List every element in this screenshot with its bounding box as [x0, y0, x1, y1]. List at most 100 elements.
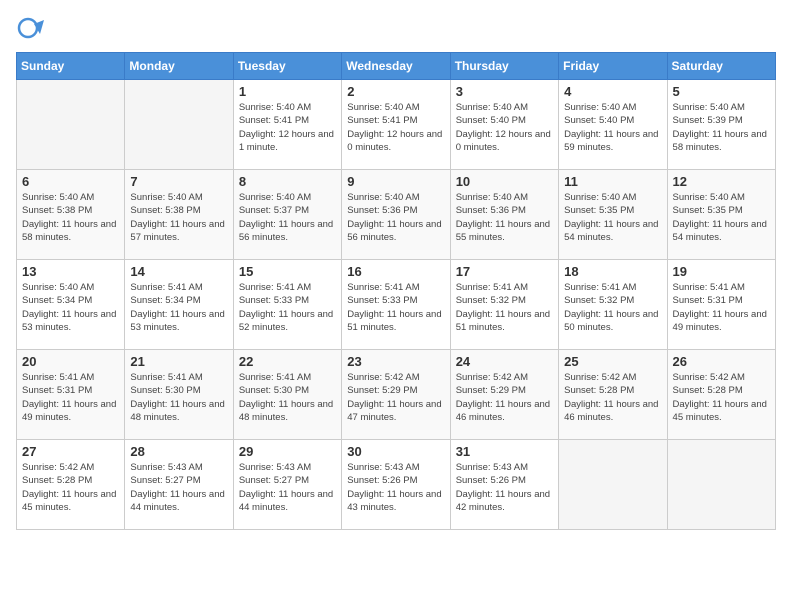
- calendar-cell: 13 Sunrise: 5:40 AMSunset: 5:34 PMDayligh…: [17, 260, 125, 350]
- day-info: Sunrise: 5:40 AMSunset: 5:39 PMDaylight:…: [673, 101, 770, 154]
- day-number: 15: [239, 264, 336, 279]
- day-info: Sunrise: 5:40 AMSunset: 5:37 PMDaylight:…: [239, 191, 336, 244]
- calendar-cell: 4 Sunrise: 5:40 AMSunset: 5:40 PMDaylight…: [559, 80, 667, 170]
- day-number: 10: [456, 174, 553, 189]
- day-info: Sunrise: 5:43 AMSunset: 5:26 PMDaylight:…: [347, 461, 444, 514]
- calendar-cell: 24 Sunrise: 5:42 AMSunset: 5:29 PMDayligh…: [450, 350, 558, 440]
- day-number: 31: [456, 444, 553, 459]
- day-info: Sunrise: 5:40 AMSunset: 5:34 PMDaylight:…: [22, 281, 119, 334]
- day-info: Sunrise: 5:41 AMSunset: 5:31 PMDaylight:…: [673, 281, 770, 334]
- calendar-week-4: 20Sunrise: 5:41 AMSunset: 5:31 PMDayligh…: [17, 350, 776, 440]
- day-info: Sunrise: 5:41 AMSunset: 5:31 PMDaylight:…: [22, 371, 119, 424]
- calendar-week-1: 1 Sunrise: 5:40 AMSunset: 5:41 PMDaylight…: [17, 80, 776, 170]
- calendar-cell: 31 Sunrise: 5:43 AMSunset: 5:26 PMDayligh…: [450, 440, 558, 530]
- calendar-cell: [559, 440, 667, 530]
- day-number: 3: [456, 84, 553, 99]
- calendar-cell: 23Sunrise: 5:42 AMSunset: 5:29 PMDayligh…: [342, 350, 450, 440]
- calendar-cell: 7 Sunrise: 5:40 AMSunset: 5:38 PMDaylight…: [125, 170, 233, 260]
- weekday-header-sunday: Sunday: [17, 53, 125, 80]
- day-number: 18: [564, 264, 661, 279]
- day-number: 12: [673, 174, 770, 189]
- calendar-cell: 6 Sunrise: 5:40 AMSunset: 5:38 PMDaylight…: [17, 170, 125, 260]
- day-number: 11: [564, 174, 661, 189]
- day-number: 22: [239, 354, 336, 369]
- day-number: 7: [130, 174, 227, 189]
- calendar-table: SundayMondayTuesdayWednesdayThursdayFrid…: [16, 52, 776, 530]
- day-info: Sunrise: 5:42 AMSunset: 5:28 PMDaylight:…: [22, 461, 119, 514]
- day-info: Sunrise: 5:41 AMSunset: 5:32 PMDaylight:…: [456, 281, 553, 334]
- calendar-cell: 22 Sunrise: 5:41 AMSunset: 5:30 PMDayligh…: [233, 350, 341, 440]
- day-info: Sunrise: 5:41 AMSunset: 5:34 PMDaylight:…: [130, 281, 227, 334]
- day-number: 13: [22, 264, 119, 279]
- day-info: Sunrise: 5:40 AMSunset: 5:40 PMDaylight:…: [456, 101, 553, 154]
- calendar-cell: 20Sunrise: 5:41 AMSunset: 5:31 PMDayligh…: [17, 350, 125, 440]
- calendar-cell: 14 Sunrise: 5:41 AMSunset: 5:34 PMDayligh…: [125, 260, 233, 350]
- day-info: Sunrise: 5:43 AMSunset: 5:27 PMDaylight:…: [130, 461, 227, 514]
- day-number: 17: [456, 264, 553, 279]
- weekday-header-row: SundayMondayTuesdayWednesdayThursdayFrid…: [17, 53, 776, 80]
- day-info: Sunrise: 5:40 AMSunset: 5:40 PMDaylight:…: [564, 101, 661, 154]
- calendar-cell: 15 Sunrise: 5:41 AMSunset: 5:33 PMDayligh…: [233, 260, 341, 350]
- day-info: Sunrise: 5:42 AMSunset: 5:29 PMDaylight:…: [347, 371, 444, 424]
- calendar-cell: 11 Sunrise: 5:40 AMSunset: 5:35 PMDayligh…: [559, 170, 667, 260]
- calendar-cell: [667, 440, 775, 530]
- day-number: 8: [239, 174, 336, 189]
- calendar-cell: 17 Sunrise: 5:41 AMSunset: 5:32 PMDayligh…: [450, 260, 558, 350]
- day-info: Sunrise: 5:40 AMSunset: 5:38 PMDaylight:…: [22, 191, 119, 244]
- day-number: 9: [347, 174, 444, 189]
- day-info: Sunrise: 5:41 AMSunset: 5:33 PMDaylight:…: [239, 281, 336, 334]
- calendar-cell: 28 Sunrise: 5:43 AMSunset: 5:27 PMDayligh…: [125, 440, 233, 530]
- calendar-cell: 18Sunrise: 5:41 AMSunset: 5:32 PMDayligh…: [559, 260, 667, 350]
- day-number: 27: [22, 444, 119, 459]
- logo: [16, 16, 46, 44]
- day-info: Sunrise: 5:43 AMSunset: 5:26 PMDaylight:…: [456, 461, 553, 514]
- page-header: [16, 16, 776, 44]
- calendar-cell: 26Sunrise: 5:42 AMSunset: 5:28 PMDayligh…: [667, 350, 775, 440]
- day-info: Sunrise: 5:42 AMSunset: 5:29 PMDaylight:…: [456, 371, 553, 424]
- calendar-cell: 1 Sunrise: 5:40 AMSunset: 5:41 PMDaylight…: [233, 80, 341, 170]
- day-number: 16: [347, 264, 444, 279]
- day-info: Sunrise: 5:42 AMSunset: 5:28 PMDaylight:…: [673, 371, 770, 424]
- day-info: Sunrise: 5:40 AMSunset: 5:36 PMDaylight:…: [347, 191, 444, 244]
- day-number: 24: [456, 354, 553, 369]
- calendar-cell: 30 Sunrise: 5:43 AMSunset: 5:26 PMDayligh…: [342, 440, 450, 530]
- calendar-cell: 8 Sunrise: 5:40 AMSunset: 5:37 PMDaylight…: [233, 170, 341, 260]
- day-info: Sunrise: 5:41 AMSunset: 5:30 PMDaylight:…: [130, 371, 227, 424]
- calendar-cell: 21 Sunrise: 5:41 AMSunset: 5:30 PMDayligh…: [125, 350, 233, 440]
- calendar-cell: 2 Sunrise: 5:40 AMSunset: 5:41 PMDaylight…: [342, 80, 450, 170]
- calendar-cell: 5 Sunrise: 5:40 AMSunset: 5:39 PMDaylight…: [667, 80, 775, 170]
- day-number: 19: [673, 264, 770, 279]
- day-number: 4: [564, 84, 661, 99]
- day-number: 30: [347, 444, 444, 459]
- day-info: Sunrise: 5:42 AMSunset: 5:28 PMDaylight:…: [564, 371, 661, 424]
- day-info: Sunrise: 5:40 AMSunset: 5:41 PMDaylight:…: [347, 101, 444, 154]
- calendar-week-2: 6 Sunrise: 5:40 AMSunset: 5:38 PMDaylight…: [17, 170, 776, 260]
- day-info: Sunrise: 5:40 AMSunset: 5:35 PMDaylight:…: [673, 191, 770, 244]
- day-info: Sunrise: 5:41 AMSunset: 5:33 PMDaylight:…: [347, 281, 444, 334]
- calendar-cell: 3 Sunrise: 5:40 AMSunset: 5:40 PMDaylight…: [450, 80, 558, 170]
- day-number: 2: [347, 84, 444, 99]
- day-number: 1: [239, 84, 336, 99]
- day-number: 21: [130, 354, 227, 369]
- weekday-header-monday: Monday: [125, 53, 233, 80]
- calendar-cell: 27 Sunrise: 5:42 AMSunset: 5:28 PMDayligh…: [17, 440, 125, 530]
- weekday-header-tuesday: Tuesday: [233, 53, 341, 80]
- day-number: 28: [130, 444, 227, 459]
- calendar-cell: 16 Sunrise: 5:41 AMSunset: 5:33 PMDayligh…: [342, 260, 450, 350]
- day-number: 25: [564, 354, 661, 369]
- day-number: 14: [130, 264, 227, 279]
- weekday-header-saturday: Saturday: [667, 53, 775, 80]
- weekday-header-thursday: Thursday: [450, 53, 558, 80]
- day-info: Sunrise: 5:41 AMSunset: 5:30 PMDaylight:…: [239, 371, 336, 424]
- day-info: Sunrise: 5:40 AMSunset: 5:38 PMDaylight:…: [130, 191, 227, 244]
- day-number: 6: [22, 174, 119, 189]
- day-number: 5: [673, 84, 770, 99]
- calendar-cell: [125, 80, 233, 170]
- day-info: Sunrise: 5:43 AMSunset: 5:27 PMDaylight:…: [239, 461, 336, 514]
- weekday-header-wednesday: Wednesday: [342, 53, 450, 80]
- day-info: Sunrise: 5:40 AMSunset: 5:35 PMDaylight:…: [564, 191, 661, 244]
- day-number: 29: [239, 444, 336, 459]
- day-info: Sunrise: 5:40 AMSunset: 5:41 PMDaylight:…: [239, 101, 336, 154]
- day-info: Sunrise: 5:40 AMSunset: 5:36 PMDaylight:…: [456, 191, 553, 244]
- calendar-cell: 10 Sunrise: 5:40 AMSunset: 5:36 PMDayligh…: [450, 170, 558, 260]
